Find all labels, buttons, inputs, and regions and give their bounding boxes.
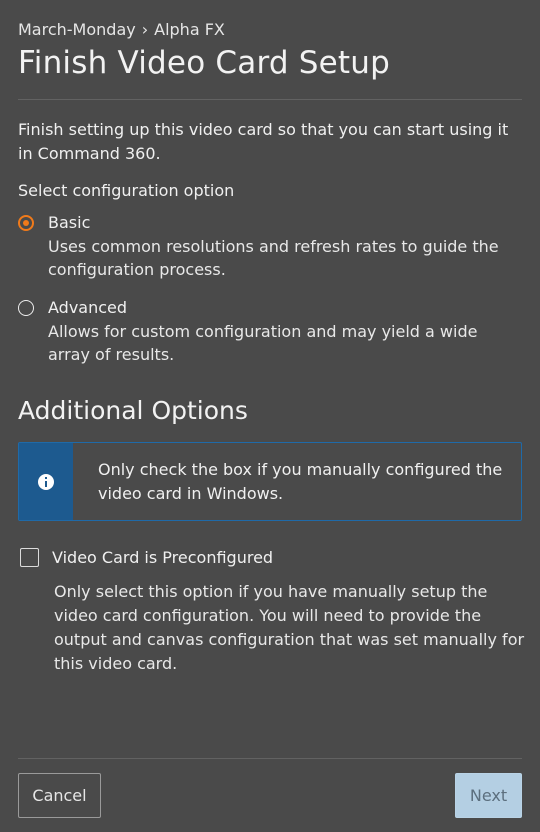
footer-divider [18,758,522,759]
breadcrumb-separator: › [141,20,149,39]
radio-option-advanced[interactable]: Advanced Allows for custom configuration… [18,297,522,364]
breadcrumb: March-Monday › Alpha FX [18,20,225,39]
radio-advanced-description: Allows for custom configuration and may … [48,322,478,364]
radio-advanced[interactable] [18,300,34,316]
info-strip [19,443,73,520]
additional-options-title: Additional Options [18,396,248,425]
preconfigured-description: Only select this option if you have manu… [54,582,525,673]
breadcrumb-item-parent[interactable]: March-Monday [18,20,136,39]
page-title: Finish Video Card Setup [18,45,391,81]
radio-basic-label[interactable]: Basic [48,212,90,234]
configuration-label: Select configuration option [18,181,235,200]
preconfigured-checkbox[interactable] [20,548,39,567]
intro-text: Finish setting up this video card so tha… [18,120,509,163]
radio-basic-description: Uses common resolutions and refresh rate… [48,237,499,279]
preconfigured-checkbox-label[interactable]: Video Card is Preconfigured [52,547,273,569]
radio-basic[interactable] [18,215,34,231]
radio-advanced-label[interactable]: Advanced [48,297,127,319]
cancel-button[interactable]: Cancel [18,773,101,818]
info-text: Only check the box if you manually confi… [98,460,503,503]
info-notice: Only check the box if you manually confi… [18,442,522,521]
info-circle-icon [38,474,54,490]
breadcrumb-item-current: Alpha FX [154,20,225,39]
radio-option-basic[interactable]: Basic Uses common resolutions and refres… [18,212,522,279]
next-button[interactable]: Next [455,773,522,818]
header-divider [18,99,522,100]
